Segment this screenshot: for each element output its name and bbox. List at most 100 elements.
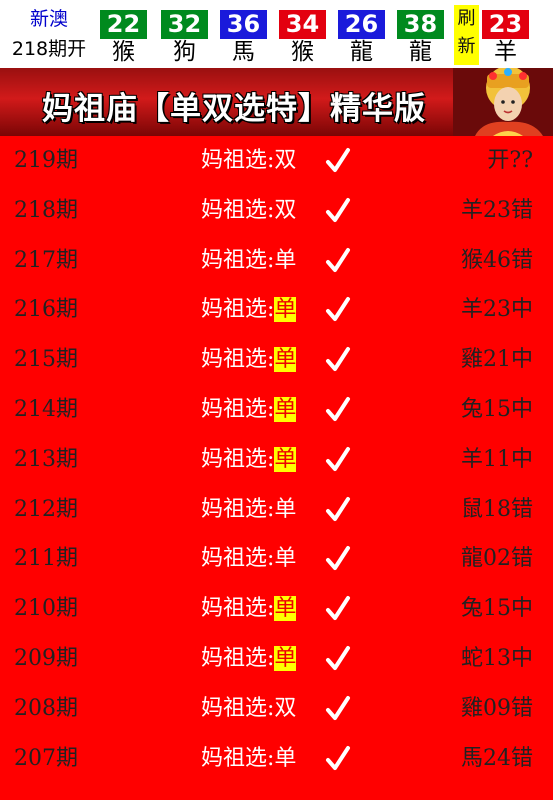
- banner-title: 妈祖庙【单双选特】精华版: [42, 91, 426, 127]
- period-label: 215期: [14, 347, 78, 373]
- issue-label: 218期开: [11, 38, 87, 60]
- pick-text: 妈祖选:单: [201, 642, 297, 676]
- ball-number: 34: [279, 10, 326, 39]
- pick-row: 210期 妈祖选:单 兔15中: [0, 584, 553, 634]
- pick-label: 妈祖选:: [201, 148, 275, 173]
- checkmark-icon: [326, 646, 350, 670]
- pick-row: 209期 妈祖选:单 蛇13中: [0, 634, 553, 684]
- pick-text: 妈祖选:单: [201, 592, 297, 626]
- checkmark-icon: [326, 695, 350, 720]
- pick-value: 单: [274, 745, 297, 771]
- result-ball: 36 馬: [218, 5, 269, 65]
- pick-value: 双: [274, 695, 297, 721]
- pick-row: 213期 妈祖选:单 羊11中: [0, 435, 553, 485]
- lottery-result-bar: 新澳 218期开 22 猴 32 狗 36 馬 34 猴 26 龍 38 龍 23 羊 刷 新: [0, 0, 553, 68]
- checkmark-icon: [326, 297, 350, 322]
- checkmark-icon: [326, 148, 350, 172]
- pick-label: 妈祖选:: [201, 546, 275, 572]
- period-label: 214期: [14, 397, 78, 422]
- pick-text: 妈祖选:单: [201, 393, 297, 427]
- pick-row: 216期 妈祖选:单 羊23中: [0, 285, 553, 335]
- result-label: 开??: [487, 148, 533, 173]
- ball-number: 32: [161, 10, 208, 39]
- pick-text: 妈祖选:单: [201, 542, 296, 576]
- checkmark-icon: [326, 197, 350, 222]
- period-label: 218期: [14, 197, 78, 223]
- ball-number: 36: [220, 10, 267, 39]
- result-ball: 23 羊: [480, 5, 531, 65]
- pick-value: 双: [274, 148, 297, 173]
- pick-text: 妈祖选:单: [201, 343, 297, 377]
- pick-row: 212期 妈祖选:单 鼠18错: [0, 485, 553, 535]
- ball-zodiac: 猴: [112, 39, 135, 65]
- ball-zodiac: 龍: [350, 39, 373, 65]
- pick-label: 妈祖选:: [201, 347, 275, 373]
- result-label: 雞09错: [461, 695, 533, 721]
- pick-label: 妈祖选:: [201, 646, 275, 671]
- pick-text: 妈祖选:双: [201, 144, 296, 178]
- pick-row: 219期 妈祖选:双 开??: [0, 136, 553, 186]
- pick-text: 妈祖选:双: [201, 194, 296, 228]
- result-label: 兔15中: [461, 397, 533, 422]
- pick-label: 妈祖选:: [201, 596, 275, 622]
- pick-label: 妈祖选:: [201, 197, 275, 223]
- refresh-button[interactable]: 刷 新: [454, 5, 479, 65]
- pick-text: 妈祖选:双: [201, 692, 296, 726]
- result-label: 鼠18错: [461, 496, 533, 522]
- period-label: 211期: [14, 546, 78, 572]
- period-label: 209期: [14, 646, 78, 671]
- checkmark-icon: [326, 446, 350, 471]
- pick-label: 妈祖选:: [201, 297, 275, 323]
- checkmark-icon: [326, 546, 350, 571]
- pick-value: 单: [274, 546, 297, 572]
- result-label: 羊23中: [461, 297, 533, 323]
- result-label: 龍02错: [461, 546, 533, 572]
- period-label: 219期: [14, 148, 78, 173]
- pick-label: 妈祖选:: [201, 446, 275, 472]
- page-banner: 妈祖庙【单双选特】精华版: [0, 68, 553, 136]
- mazu-portrait-icon: [453, 68, 553, 136]
- checkmark-icon: [326, 397, 350, 421]
- period-label: 213期: [14, 446, 78, 472]
- issue-info: 新澳 218期开: [0, 0, 98, 68]
- pick-row: 215期 妈祖选:单 雞21中: [0, 335, 553, 385]
- pick-label: 妈祖选:: [201, 695, 275, 721]
- result-label: 猴46错: [461, 247, 533, 273]
- pick-label: 妈祖选:: [201, 397, 275, 422]
- pick-value: 单: [274, 247, 297, 273]
- result-ball: 26 龍: [336, 5, 387, 65]
- ball-number: 23: [482, 10, 529, 39]
- period-label: 207期: [14, 745, 78, 771]
- checkmark-icon: [326, 596, 350, 621]
- period-label: 217期: [14, 247, 78, 273]
- result-label: 兔15中: [461, 596, 533, 622]
- result-ball: 34 猴: [277, 5, 328, 65]
- pick-value: 单: [274, 646, 297, 671]
- ball-zodiac: 羊: [494, 39, 517, 65]
- pick-label: 妈祖选:: [201, 745, 275, 771]
- ball-number: 38: [397, 10, 444, 39]
- result-label: 雞21中: [461, 347, 533, 373]
- pick-row: 208期 妈祖选:双 雞09错: [0, 684, 553, 734]
- ball-zodiac: 龍: [409, 39, 432, 65]
- checkmark-icon: [326, 745, 350, 770]
- checkmark-icon: [326, 247, 350, 272]
- pick-value: 单: [274, 397, 297, 422]
- pick-text: 妈祖选:单: [201, 443, 297, 477]
- period-label: 210期: [14, 596, 78, 622]
- pick-value: 单: [274, 596, 297, 622]
- refresh-label-1: 刷: [457, 8, 476, 29]
- pick-label: 妈祖选:: [201, 247, 275, 273]
- checkmark-icon: [326, 347, 350, 372]
- checkmark-icon: [326, 496, 350, 521]
- pick-text: 妈祖选:单: [201, 293, 297, 327]
- result-label: 蛇13中: [461, 646, 533, 671]
- region-label: 新澳: [29, 8, 68, 30]
- result-ball: 32 狗: [159, 5, 210, 65]
- pick-value: 单: [274, 496, 297, 522]
- pick-row: 217期 妈祖选:单 猴46错: [0, 236, 553, 286]
- pick-value: 双: [274, 197, 297, 223]
- result-label: 馬24错: [461, 745, 533, 771]
- pick-text: 妈祖选:单: [201, 244, 296, 278]
- period-label: 216期: [14, 297, 78, 323]
